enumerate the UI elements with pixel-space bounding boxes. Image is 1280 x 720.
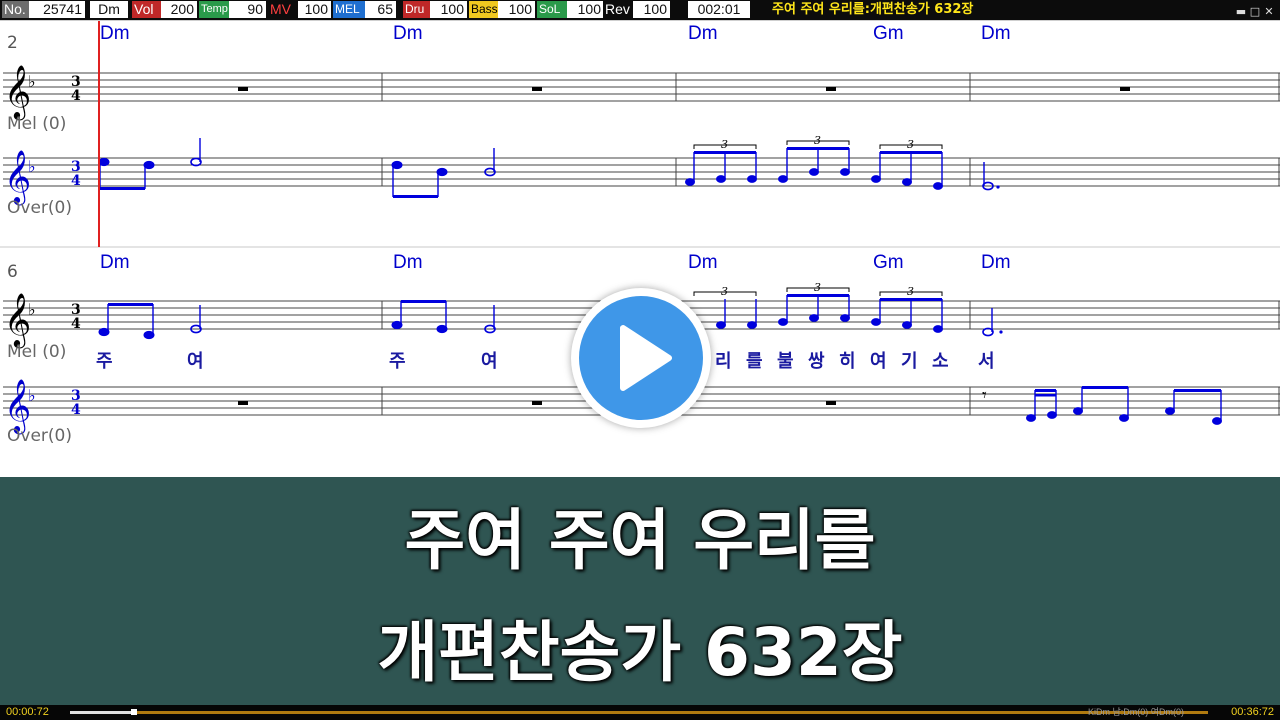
triplet-mark: 3 [721,138,728,151]
measure-number: 6 [7,262,18,282]
close-icon[interactable]: ✕ [1262,2,1276,22]
seek-thumb[interactable] [130,709,137,715]
chord-symbol: Dm [688,252,718,273]
over-staff [3,157,1280,187]
play-icon [620,325,672,391]
whole-rests [238,87,1130,91]
flat-icon: ♭ [28,386,36,405]
status-bar: No. 25741 Dm Vol 200 Temp 90 MV 100 MEL … [0,0,1280,20]
triplet-mark: 3 [907,138,914,151]
measure-number: 2 [7,33,18,53]
chord-info: KiDm 남:Dm(0) 여Dm(0) [1088,707,1185,717]
chord-symbol: Dm [393,252,423,273]
lyric-syllable: 기 [901,351,918,372]
chord-symbol: Dm [100,252,130,273]
lyric-syllable: 서 [978,351,995,372]
rev-label: Rev [603,1,637,18]
chord-symbol: Dm [981,23,1011,44]
time-sig-bottom: 4 [71,173,81,189]
mel-value[interactable]: 65 [365,1,396,18]
chord-symbol: Gm [873,23,904,44]
elapsed-time-label: 00:00:72 [6,706,49,718]
chord-row: Dm Dm Dm Gm Dm [100,252,1011,273]
chord-symbol: Dm [688,23,718,44]
karaoke-app: No. 25741 Dm Vol 200 Temp 90 MV 100 MEL … [0,0,1280,720]
over-track-label: Over(0) [7,198,72,218]
song-number-value: 25741 [29,1,85,18]
vol-value[interactable]: 200 [161,1,197,18]
chord-symbol: Dm [981,252,1011,273]
eighth-rest-icon: 𝄾 [982,385,987,406]
whole-rests [238,401,836,405]
key-value: Dm [90,1,128,18]
melody-track-label: Mel (0) [7,342,66,362]
sol-value[interactable]: 100 [567,1,604,18]
lyric-syllable: 를 [746,351,763,372]
song-title: 주여 주여 우리를:개편찬송가 632장 [772,2,974,17]
lyric-syllable: 여 [481,351,498,372]
lyrics-row: 주 여 주 여 리 를 불 쌍 히 여 기 소 서 [96,351,995,372]
chord-symbol: Dm [100,23,130,44]
mel-label: MEL [333,1,369,18]
flat-icon: ♭ [28,157,36,176]
over-notes: 𝄾 [982,385,1222,425]
lyric-syllable: 히 [839,351,856,372]
restore-icon[interactable]: □ [1248,2,1262,22]
play-button[interactable] [571,288,711,428]
chord-symbol: Gm [873,252,904,273]
minimize-icon[interactable]: ▬ [1234,2,1248,22]
total-time-label: 00:36:72 [1231,706,1274,718]
chord-symbol: Dm [393,23,423,44]
time-sig-bottom: 4 [71,402,81,418]
lyric-syllable: 주 [96,351,113,372]
triplet-mark: 3 [814,134,821,147]
over-notes [98,138,1000,198]
time-sig-bottom: 4 [71,88,81,104]
flat-icon: ♭ [28,72,36,91]
lyric-syllable: 주 [389,351,406,372]
seek-track[interactable] [70,709,1208,715]
time-sig-bottom: 4 [71,316,81,332]
seek-fill [70,711,134,714]
lyric-syllable: 여 [187,351,204,372]
banner-line-2: 개편찬송가 632장 [377,614,903,691]
lyric-syllable: 쌍 [808,351,825,372]
rev-value[interactable]: 100 [633,1,670,18]
lyric-syllable: 리 [715,351,732,372]
chord-row: Dm Dm Dm Gm Dm [100,23,1011,44]
triplet-mark: 3 [907,285,914,298]
tempo-value[interactable]: 90 [229,1,266,18]
window-controls: ▬ □ ✕ [1234,0,1276,20]
mv-label: MV [268,1,302,18]
drum-value[interactable]: 100 [430,1,467,18]
progress-bar: 00:00:72 KiDm 남:Dm(0) 여Dm(0) 00:36:72 [0,705,1280,720]
flat-icon: ♭ [28,300,36,319]
lyric-syllable: 여 [870,351,887,372]
lyric-syllable: 소 [932,351,949,372]
banner-line-1: 주여 주여 우리를 [404,502,876,579]
tempo-label: Temp [199,1,233,18]
bass-value[interactable]: 100 [498,1,535,18]
triplet-mark: 3 [721,285,728,298]
over-track-label: Over(0) [7,426,72,446]
triplet-mark: 3 [814,281,821,294]
melody-staff [3,72,1280,102]
elapsed-time: 002:01 [688,1,750,18]
lyric-banner: 주여 주여 우리를 개편찬송가 632장 [0,477,1280,705]
sol-label: SoL [537,1,571,18]
melody-track-label: Mel (0) [7,114,66,134]
lyric-syllable: 불 [777,351,794,372]
mv-value[interactable]: 100 [298,1,331,18]
